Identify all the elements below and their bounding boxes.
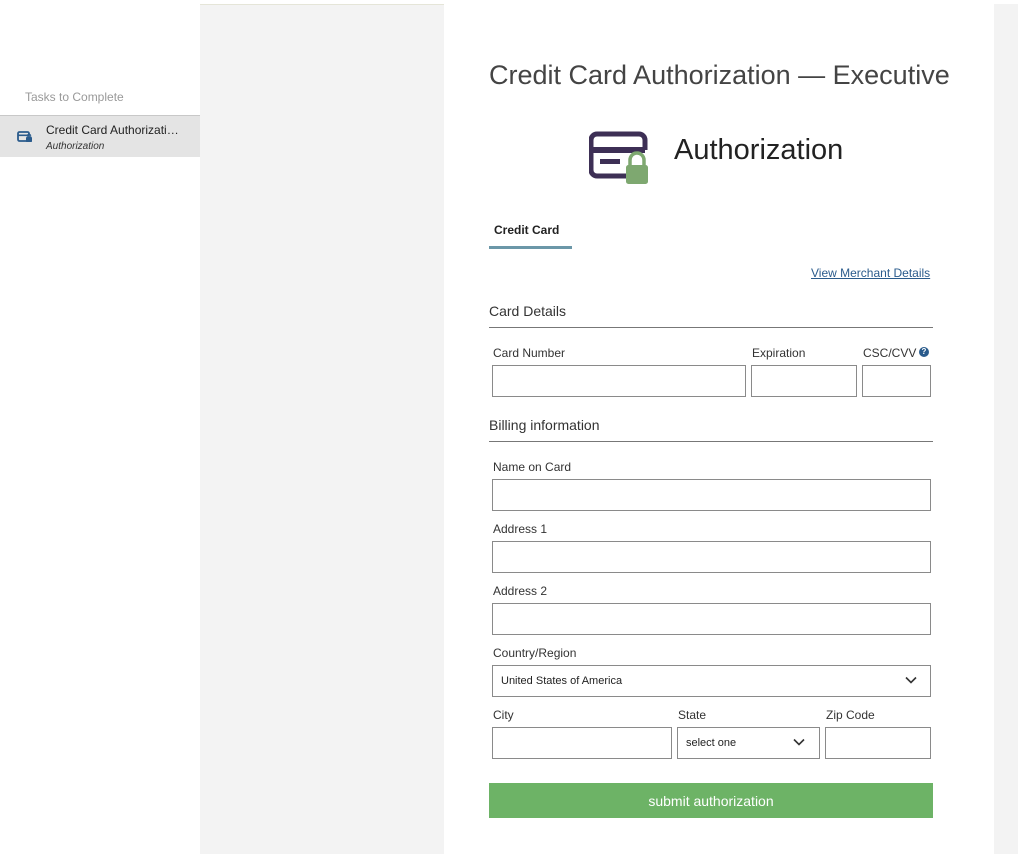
page-title: Credit Card Authorization — Executive <box>489 60 950 90</box>
section-divider <box>489 327 933 328</box>
expiration-label: Expiration <box>752 346 806 360</box>
country-region-label: Country/Region <box>493 646 577 660</box>
state-label: State <box>678 708 707 722</box>
country-region-value: United States of America <box>501 675 623 687</box>
card-number-input[interactable] <box>492 365 746 397</box>
credit-card-lock-icon <box>589 131 648 184</box>
name-on-card-label: Name on Card <box>493 460 572 474</box>
csc-input[interactable] <box>862 365 931 397</box>
sidebar-task-credit-card-authorization[interactable]: Credit Card Authorizati… Authorization <box>0 115 200 157</box>
address1-label: Address 1 <box>493 522 548 536</box>
sidebar-heading: Tasks to Complete <box>25 90 124 104</box>
card-number-label: Card Number <box>493 346 566 360</box>
right-gutter <box>994 4 1018 854</box>
zip-code-label: Zip Code <box>826 708 875 722</box>
state-value: select one <box>686 737 737 749</box>
zip-code-input[interactable] <box>825 727 931 759</box>
csc-label: CSC/CVV <box>863 346 917 360</box>
chevron-down-icon <box>905 676 917 684</box>
billing-information-heading: Billing information <box>489 417 600 433</box>
city-label: City <box>493 708 514 722</box>
submit-authorization-button[interactable]: submit authorization <box>489 783 933 818</box>
city-input[interactable] <box>492 727 672 759</box>
view-merchant-details-link[interactable]: View Merchant Details <box>811 266 930 280</box>
address1-input[interactable] <box>492 541 931 573</box>
sidebar: Tasks to Complete Credit Card Authorizat… <box>0 4 200 854</box>
name-on-card-input[interactable] <box>492 479 931 511</box>
tab-credit-card[interactable]: Credit Card <box>489 221 572 249</box>
expiration-input[interactable] <box>751 365 857 397</box>
tab-label: Credit Card <box>494 223 560 237</box>
tab-active-indicator <box>489 246 572 249</box>
task-subtitle: Authorization <box>46 141 105 152</box>
question-circle-icon[interactable]: ? <box>919 347 929 357</box>
country-region-select[interactable]: United States of America <box>492 665 931 697</box>
state-select[interactable]: select one <box>677 727 820 759</box>
section-divider <box>489 441 933 442</box>
address2-label: Address 2 <box>493 584 548 598</box>
chevron-down-icon <box>793 738 805 746</box>
card-details-heading: Card Details <box>489 303 567 319</box>
address2-input[interactable] <box>492 603 931 635</box>
card-lock-icon <box>17 131 32 142</box>
hero-label: Authorization <box>674 134 844 166</box>
task-title: Credit Card Authorizati… <box>46 123 179 137</box>
